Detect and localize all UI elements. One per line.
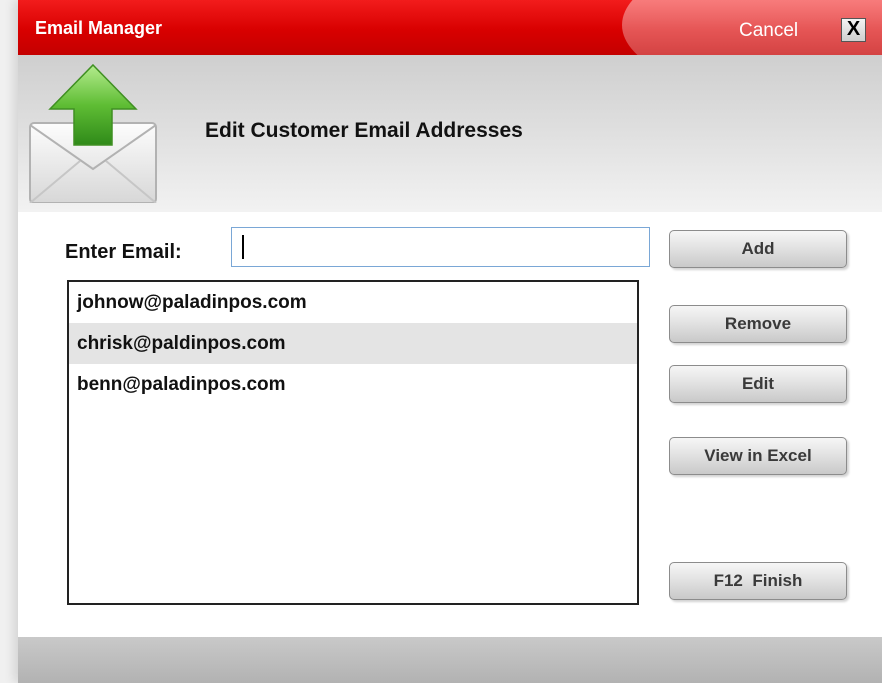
title-bar: Email Manager Cancel X [18, 0, 882, 55]
email-manager-window: Email Manager Cancel X Edit Customer Ema… [18, 0, 882, 683]
email-list-item[interactable]: johnow@paladinpos.com [69, 282, 637, 323]
cancel-button[interactable]: Cancel [739, 20, 798, 42]
view-in-excel-button[interactable]: View in Excel [669, 437, 847, 475]
dialog-header: Edit Customer Email Addresses [18, 55, 882, 212]
dialog-title: Edit Customer Email Addresses [205, 119, 523, 142]
finish-button[interactable]: F12 Finish [669, 562, 847, 600]
email-list[interactable]: johnow@paladinpos.com chrisk@paldinpos.co… [67, 280, 639, 605]
footer-bar [18, 637, 882, 683]
add-button[interactable]: Add [669, 230, 847, 268]
email-list-item[interactable]: chrisk@paldinpos.com [69, 323, 637, 364]
remove-button[interactable]: Remove [669, 305, 847, 343]
window-title: Email Manager [35, 18, 163, 38]
email-upload-icon [29, 63, 157, 203]
close-icon: X [846, 18, 861, 40]
close-button[interactable]: X [841, 18, 866, 42]
edit-button[interactable]: Edit [669, 365, 847, 403]
email-label: Enter Email: [65, 241, 182, 263]
email-input[interactable] [231, 227, 650, 267]
email-list-item[interactable]: benn@paladinpos.com [69, 364, 637, 405]
